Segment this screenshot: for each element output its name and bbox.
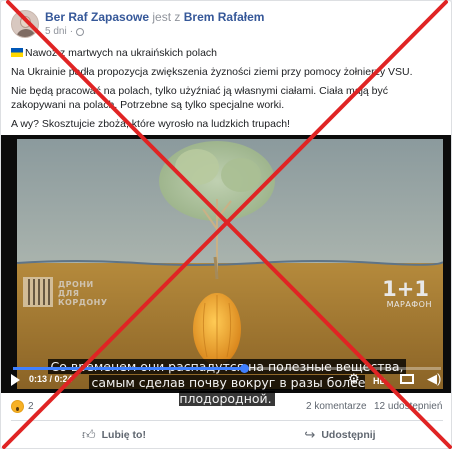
with-connector: jest z bbox=[152, 10, 181, 24]
settings-gear-icon[interactable]: ⚙ bbox=[348, 372, 360, 386]
post-headline: Nawoż z martwych na ukraińskich polach bbox=[25, 47, 217, 59]
avatar-face bbox=[20, 16, 31, 28]
video-progress-bar[interactable] bbox=[13, 364, 441, 373]
post-text-line-3: Nie będą pracować na polach, tylko użyźn… bbox=[11, 85, 389, 111]
video-progress-fill bbox=[13, 367, 245, 370]
post-timestamp[interactable]: 5 dni bbox=[45, 25, 67, 38]
post-header: Ber Raf Zapasowe jest z Brem Rafałem 5 d… bbox=[11, 10, 264, 42]
actions-divider bbox=[11, 420, 443, 421]
play-icon[interactable] bbox=[11, 374, 20, 386]
reactions-count: 2 bbox=[28, 401, 34, 412]
ukraine-flag-icon bbox=[11, 48, 23, 57]
volume-icon[interactable]: ◀) bbox=[427, 372, 441, 386]
share-arrow-icon: ↪ bbox=[304, 427, 316, 442]
comments-count-link[interactable]: 2 komentarze bbox=[306, 401, 367, 412]
like-button[interactable]: 👍︎ Lubię to! bbox=[1, 422, 227, 448]
wow-reaction-icon bbox=[11, 400, 24, 413]
picture-in-picture-icon[interactable] bbox=[400, 374, 414, 384]
tagged-person-link[interactable]: Brem Rafałem bbox=[184, 10, 265, 24]
hd-quality-icon[interactable]: HD bbox=[373, 374, 386, 388]
share-button[interactable]: ↪ Udostępnij bbox=[227, 422, 451, 448]
header-text: Ber Raf Zapasowe jest z Brem Rafałem 5 d… bbox=[45, 10, 264, 38]
author-name-link[interactable]: Ber Raf Zapasowe bbox=[45, 10, 149, 24]
post-text-line-4: A wy? Skosztujcie zboża, które wyrosło n… bbox=[11, 118, 290, 130]
shares-count-link[interactable]: 12 udostępnień bbox=[374, 401, 442, 412]
facebook-post-card: Ber Raf Zapasowe jest z Brem Rafałem 5 d… bbox=[0, 0, 452, 449]
qr-code bbox=[23, 277, 53, 307]
post-text-line-1: Nawoż z martwych na ukraińskich polach bbox=[11, 46, 443, 60]
thumbs-up-icon: 👍︎ bbox=[82, 427, 96, 442]
post-text-line-2: Na Ukrainie padła propozycja zwiększenia… bbox=[11, 66, 413, 78]
video-controls: 0:13 / 0:24 ⚙ HD ◀) bbox=[1, 363, 451, 393]
post-stats: 2 2 komentarze 12 udostępnień bbox=[1, 395, 451, 419]
like-label: Lubię to! bbox=[101, 429, 146, 441]
meta-separator: · bbox=[69, 26, 74, 37]
post-meta: 5 dni · bbox=[45, 25, 264, 38]
author-avatar[interactable] bbox=[11, 10, 39, 38]
video-time: 0:13 / 0:24 bbox=[29, 374, 73, 384]
video-scrubber-handle[interactable] bbox=[240, 364, 250, 373]
share-label: Udostępnij bbox=[321, 429, 376, 441]
globe-icon bbox=[76, 27, 85, 36]
author-line: Ber Raf Zapasowe jest z Brem Rafałem bbox=[45, 10, 264, 25]
channel-logo: 1+1 bbox=[382, 277, 429, 301]
avatar-body bbox=[16, 29, 36, 37]
video-frame-illustration bbox=[17, 139, 443, 389]
post-actions: 👍︎ Lubię to! ↪ Udostępnij bbox=[1, 422, 451, 448]
channel-overlay-caption: ДРОНИ ДЛЯ КОРДОНУ bbox=[58, 280, 108, 307]
channel-logo-subtitle: МАРАФОН bbox=[386, 300, 432, 309]
video-player[interactable]: ДРОНИ ДЛЯ КОРДОНУ 1+1 МАРАФОН bbox=[1, 135, 451, 393]
reactions-summary[interactable]: 2 bbox=[11, 400, 34, 413]
